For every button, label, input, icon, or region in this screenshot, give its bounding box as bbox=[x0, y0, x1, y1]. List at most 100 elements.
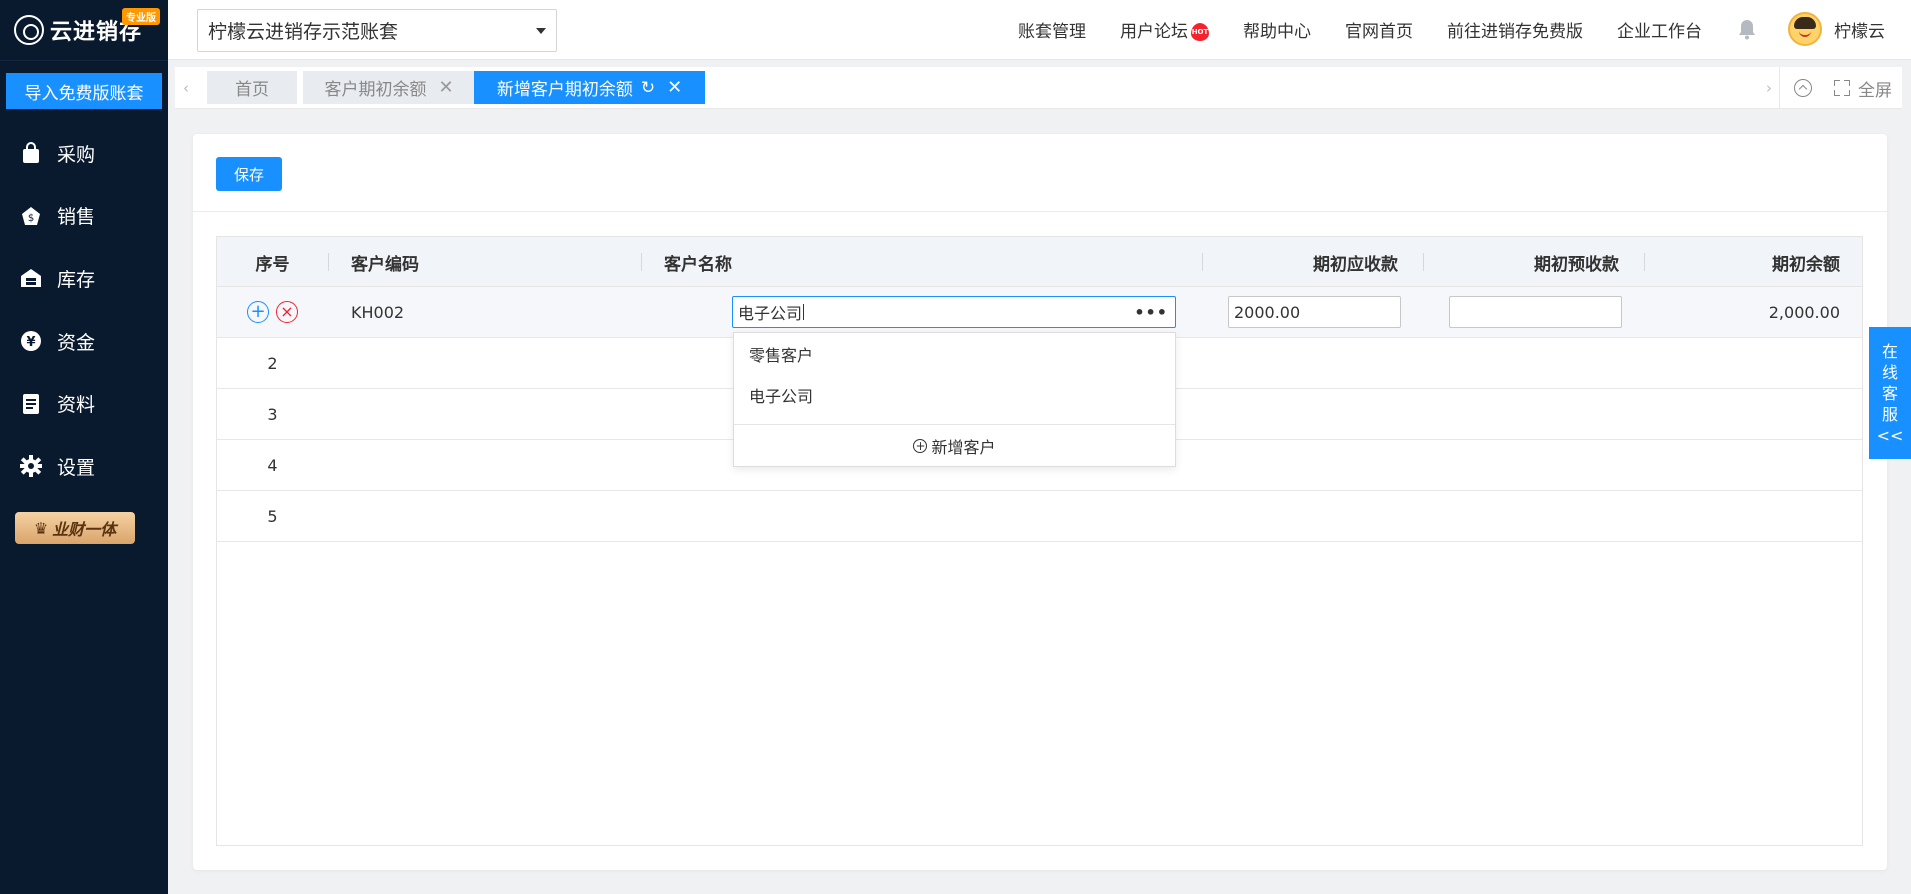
hot-badge-icon: HOT bbox=[1191, 22, 1209, 41]
nav-workbench[interactable]: 企业工作台 bbox=[1617, 17, 1702, 42]
tab-scroll-left-icon[interactable]: ‹ bbox=[175, 67, 197, 109]
prepaid-input[interactable] bbox=[1449, 296, 1622, 328]
main-card: 保存 序号 客户编码 客户名称 期初应收款 期初预收款 期初余额 + × KH0… bbox=[193, 134, 1887, 870]
sidebar-menu: 采购 $ 销售 库存 ¥ 资金 资料 设置 bbox=[0, 122, 168, 498]
column-separator[interactable] bbox=[641, 253, 642, 271]
dropdown-option-retail-customer[interactable]: 零售客户 bbox=[734, 333, 1175, 374]
add-circle-icon: + bbox=[913, 438, 928, 453]
logo-icon bbox=[14, 15, 44, 45]
nav-user-forum[interactable]: 用户论坛 HOT bbox=[1120, 17, 1209, 42]
sidebar-item-settings[interactable]: 设置 bbox=[0, 435, 168, 498]
service-char: 在 bbox=[1881, 341, 1898, 361]
tab-new-customer-opening-balance[interactable]: 新增客户期初余额 ↻ ✕ bbox=[474, 71, 705, 104]
cell-balance: 2,000.00 bbox=[1768, 302, 1840, 322]
edition-badge: 专业版 bbox=[122, 8, 160, 25]
sidebar-item-inventory[interactable]: 库存 bbox=[0, 247, 168, 310]
refresh-icon[interactable]: ↻ bbox=[641, 78, 655, 98]
column-header-code: 客户编码 bbox=[351, 254, 419, 275]
save-button[interactable]: 保存 bbox=[216, 157, 282, 191]
app-logo[interactable]: 云进销存 专业版 bbox=[0, 0, 168, 61]
sidebar-item-label: 设置 bbox=[57, 456, 96, 479]
column-separator[interactable] bbox=[328, 253, 329, 271]
cell-seq: 4 bbox=[267, 455, 278, 475]
service-char: 客 bbox=[1881, 383, 1898, 403]
yen-icon: ¥ bbox=[20, 330, 42, 352]
add-row-icon[interactable]: + bbox=[247, 301, 269, 323]
table-row[interactable]: + × KH002 电子公司 ••• 2000.00 2,000.00 bbox=[217, 287, 1862, 338]
user-name[interactable]: 柠檬云 bbox=[1834, 17, 1885, 42]
sidebar-item-data[interactable]: 资料 bbox=[0, 372, 168, 435]
account-selector[interactable]: 柠檬云进销存示范账套 bbox=[197, 9, 557, 52]
online-service-tab[interactable]: 在 线 客 服 << bbox=[1869, 327, 1911, 459]
delete-row-icon[interactable]: × bbox=[276, 301, 298, 323]
tab-label: 新增客户期初余额 bbox=[496, 80, 633, 100]
customer-name-input[interactable]: 电子公司 ••• bbox=[732, 296, 1176, 328]
avatar[interactable] bbox=[1788, 12, 1822, 46]
service-char: 服 bbox=[1881, 404, 1898, 424]
service-char: 线 bbox=[1881, 362, 1898, 382]
receivable-value: 2000.00 bbox=[1234, 302, 1301, 322]
column-header-receivable: 期初应收款 bbox=[1313, 254, 1398, 275]
column-header-prepaid: 期初预收款 bbox=[1534, 254, 1619, 275]
close-icon[interactable]: ✕ bbox=[438, 77, 453, 98]
nav-user-forum-label: 用户论坛 bbox=[1120, 21, 1188, 42]
service-collapse-icon: << bbox=[1876, 425, 1904, 445]
close-icon[interactable]: ✕ bbox=[667, 77, 682, 98]
cell-seq: 3 bbox=[267, 404, 278, 424]
caret-down-icon bbox=[536, 28, 546, 34]
cell-seq: 2 bbox=[267, 353, 278, 373]
tab-label: 首页 bbox=[235, 80, 269, 100]
text-cursor bbox=[803, 304, 805, 320]
account-selector-value: 柠檬云进销存示范账套 bbox=[208, 21, 399, 43]
svg-text:¥: ¥ bbox=[26, 335, 35, 350]
column-header-seq: 序号 bbox=[255, 254, 290, 275]
opening-balance-table: 序号 客户编码 客户名称 期初应收款 期初预收款 期初余额 + × KH002 … bbox=[216, 236, 1863, 846]
tab-tools: 全屏 bbox=[1779, 67, 1902, 109]
sidebar-item-label: 库存 bbox=[57, 268, 96, 291]
sidebar-item-purchase[interactable]: 采购 bbox=[0, 122, 168, 185]
document-icon bbox=[20, 393, 42, 415]
nav-help-center[interactable]: 帮助中心 bbox=[1243, 17, 1311, 42]
sidebar-item-label: 资金 bbox=[57, 331, 96, 354]
bell-icon[interactable] bbox=[1736, 18, 1758, 40]
import-free-account-button[interactable]: 导入免费版账套 bbox=[6, 73, 162, 109]
cell-customer-code[interactable]: KH002 bbox=[351, 287, 404, 337]
row-actions: + × bbox=[217, 287, 328, 337]
gear-icon bbox=[20, 455, 42, 478]
promo-badge[interactable]: ♛ 业财一体 bbox=[15, 512, 135, 544]
sidebar-item-sales[interactable]: $ 销售 bbox=[0, 185, 168, 248]
customer-dropdown: 零售客户 电子公司 + 新增客户 bbox=[733, 332, 1176, 467]
sidebar-item-funds[interactable]: ¥ 资金 bbox=[0, 310, 168, 373]
sidebar-item-label: 采购 bbox=[57, 143, 96, 166]
nav-free-version[interactable]: 前往进销存免费版 bbox=[1447, 17, 1583, 42]
tab-scroll-right-icon[interactable]: › bbox=[1758, 67, 1780, 109]
table-row[interactable]: 5 bbox=[217, 491, 1862, 542]
add-customer-label: 新增客户 bbox=[931, 437, 996, 457]
sidebar: 云进销存 专业版 导入免费版账套 采购 $ 销售 库存 ¥ 资金 资料 设置 ♛… bbox=[0, 0, 168, 894]
tab-customer-opening-balance[interactable]: 客户期初余额 ✕ bbox=[303, 71, 475, 104]
tab-label: 客户期初余额 bbox=[324, 80, 427, 100]
fullscreen-button[interactable]: 全屏 bbox=[1858, 76, 1892, 101]
divider bbox=[193, 211, 1887, 212]
sidebar-item-label: 资料 bbox=[57, 394, 96, 417]
table-header: 序号 客户编码 客户名称 期初应收款 期初预收款 期初余额 bbox=[217, 237, 1862, 287]
fullscreen-icon bbox=[1834, 80, 1850, 96]
bag-icon bbox=[20, 142, 42, 164]
tab-home[interactable]: 首页 bbox=[207, 71, 297, 104]
column-header-balance: 期初余额 bbox=[1772, 254, 1840, 275]
sidebar-item-label: 销售 bbox=[57, 206, 96, 229]
dropdown-option-electronics-company[interactable]: 电子公司 bbox=[734, 374, 1175, 415]
nav-account-management[interactable]: 账套管理 bbox=[1018, 17, 1086, 42]
column-header-name: 客户名称 bbox=[664, 254, 732, 275]
money-bag-icon: $ bbox=[20, 205, 42, 227]
customer-name-value: 电子公司 bbox=[738, 304, 803, 323]
collapse-up-icon[interactable] bbox=[1794, 79, 1812, 97]
svg-text:$: $ bbox=[28, 213, 34, 224]
add-customer-button[interactable]: + 新增客户 bbox=[734, 424, 1175, 466]
nav-official-site[interactable]: 官网首页 bbox=[1345, 17, 1413, 42]
receivable-input[interactable]: 2000.00 bbox=[1228, 296, 1401, 328]
warehouse-icon bbox=[20, 267, 42, 289]
more-options-icon[interactable]: ••• bbox=[1134, 303, 1168, 322]
tab-bar: ‹ 首页 客户期初余额 ✕ 新增客户期初余额 ↻ ✕ › 全屏 bbox=[175, 67, 1902, 109]
promo-badge-label: 业财一体 bbox=[52, 520, 117, 539]
